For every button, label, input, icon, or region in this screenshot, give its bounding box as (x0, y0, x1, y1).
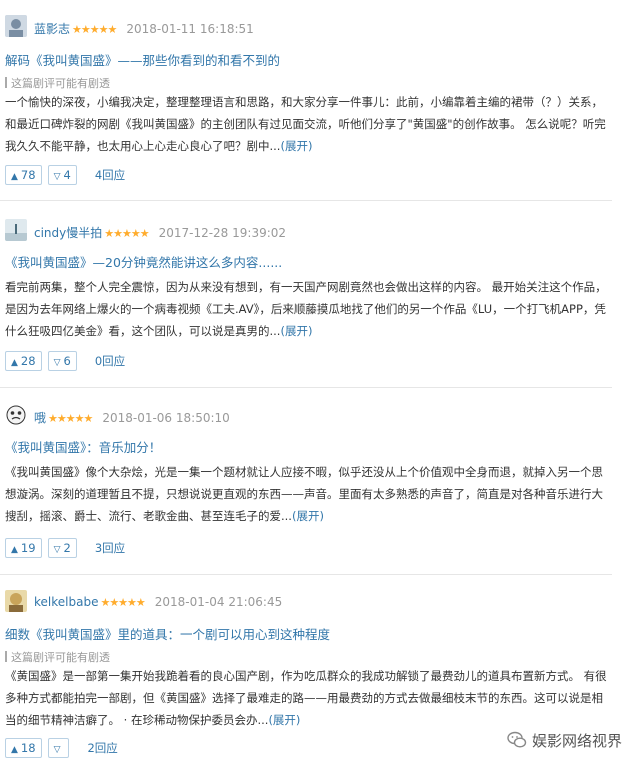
upvote-button[interactable]: ▲ 19 (5, 538, 42, 558)
review-body: 一个愉快的深夜，小编我决定，整理整理语言和思路，和大家分享一件事儿：此前，小编靠… (5, 91, 607, 157)
thumb-up-icon: ▲ (11, 545, 18, 555)
upvote-count: 78 (20, 168, 36, 182)
review-title-link[interactable]: 细数《我叫黄国盛》里的道具：一个剧可以用心到这种程度 (5, 624, 330, 643)
downvote-button[interactable]: ▽ 4 (47, 165, 77, 185)
timestamp: 2017-12-28 19:39:02 (158, 226, 287, 240)
avatar[interactable] (5, 219, 27, 241)
upvote-count: 19 (20, 541, 36, 555)
downvote-count: 4 (63, 168, 71, 182)
spoiler-text: 这篇剧评可能有剧透 (11, 651, 110, 664)
review-title-link[interactable]: 解码《我叫黄国盛》——那些你看到的和看不到的 (5, 50, 280, 69)
review-meta: 哦 ★★★★★ 2018-01-06 18:50:10 (34, 409, 230, 426)
review-body: 《黄国盛》是一部第一集开始我跪着看的良心国产剧，作为吃瓜群众的我成功解锁了最费劲… (5, 665, 607, 731)
rating-stars: ★★★★★ (104, 227, 149, 240)
timestamp: 2018-01-11 16:18:51 (126, 22, 254, 36)
review-title-link[interactable]: 《我叫黄国盛》—20分钟竟然能讲这么多内容...... (5, 252, 282, 271)
rating-stars: ★★★★★ (48, 412, 93, 425)
spoiler-warning: 这篇剧评可能有剧透 (5, 75, 110, 91)
spoiler-warning: 这篇剧评可能有剧透 (5, 649, 110, 665)
username-link[interactable]: 蓝影志 (34, 22, 70, 36)
upvote-button[interactable]: ▲ 28 (5, 351, 42, 371)
review-body: 《我叫黄国盛》像个大杂烩，光是一集一个题材就让人应接不暇，似乎还没从上个价值观中… (5, 461, 607, 527)
upvote-button[interactable]: ▲ 18 (5, 738, 42, 758)
review-meta: kelkelbabe ★★★★★ 2018-01-04 21:06:45 (34, 595, 282, 609)
thumb-down-icon: ▽ (53, 358, 61, 368)
review-meta: 蓝影志 ★★★★★ 2018-01-11 16:18:51 (34, 20, 254, 37)
thumb-down-icon: ▽ (53, 172, 61, 182)
avatar[interactable] (5, 404, 27, 426)
thumb-down-icon: ▽ (53, 745, 61, 755)
review-card: 蓝影志 ★★★★★ 2018-01-11 16:18:51 解码《我叫黄国盛》——那… (0, 0, 612, 194)
downvote-button[interactable]: ▽ 6 (47, 351, 77, 371)
review-card: cindy慢半拍 ★★★★★ 2017-12-28 19:39:02 《我叫黄国盛》… (0, 200, 612, 388)
thumb-down-icon: ▽ (53, 545, 61, 555)
wechat-icon (507, 730, 527, 750)
thumb-up-icon: ▲ (11, 745, 18, 755)
expand-link[interactable]: (展开) (292, 509, 324, 523)
upvote-count: 18 (20, 741, 36, 755)
username-link[interactable]: 哦 (34, 411, 46, 425)
review-excerpt: 《黄国盛》是一部第一集开始我跪着看的良心国产剧，作为吃瓜群众的我成功解锁了最费劲… (5, 669, 607, 727)
reply-link[interactable]: 2回应 (87, 741, 117, 755)
timestamp: 2018-01-06 18:50:10 (102, 411, 230, 425)
expand-link[interactable]: (展开) (280, 139, 312, 153)
avatar[interactable] (5, 590, 27, 612)
thumb-up-icon: ▲ (11, 358, 18, 368)
review-card: 哦 ★★★★★ 2018-01-06 18:50:10 《我叫黄国盛》：音乐加分！ … (0, 387, 612, 574)
reply-link[interactable]: 4回应 (95, 168, 125, 182)
avatar[interactable] (5, 15, 27, 37)
review-actions: ▲ 78 ▽ 4 4回应 (5, 165, 125, 185)
spoiler-text: 这篇剧评可能有剧透 (11, 77, 110, 90)
watermark: 娱影网络视界 (507, 730, 622, 751)
review-actions: ▲ 18 ▽ 2回应 (5, 738, 118, 758)
upvote-count: 28 (20, 354, 36, 368)
downvote-button[interactable]: ▽ 2 (47, 538, 77, 558)
upvote-button[interactable]: ▲ 78 (5, 165, 42, 185)
username-link[interactable]: kelkelbabe (34, 595, 98, 609)
review-meta: cindy慢半拍 ★★★★★ 2017-12-28 19:39:02 (34, 224, 286, 241)
rating-stars: ★★★★★ (100, 596, 145, 609)
expand-link[interactable]: (展开) (268, 713, 300, 727)
reply-link[interactable]: 0回应 (95, 354, 125, 368)
timestamp: 2018-01-04 21:06:45 (154, 595, 283, 609)
review-body: 看完前两集，整个人完全震惊，因为从来没有想到，有一天国产网剧竟然也会做出这样的内… (5, 276, 607, 342)
review-actions: ▲ 28 ▽ 6 0回应 (5, 351, 125, 371)
review-actions: ▲ 19 ▽ 2 3回应 (5, 538, 125, 558)
thumb-up-icon: ▲ (11, 172, 18, 182)
downvote-count: 6 (63, 354, 71, 368)
review-title-link[interactable]: 《我叫黄国盛》：音乐加分！ (5, 437, 161, 456)
rating-stars: ★★★★★ (72, 23, 117, 36)
expand-link[interactable]: (展开) (280, 324, 312, 338)
watermark-text: 娱影网络视界 (531, 732, 622, 750)
username-link[interactable]: cindy慢半拍 (34, 226, 102, 240)
downvote-button[interactable]: ▽ (47, 738, 70, 758)
downvote-count: 2 (63, 541, 71, 555)
reply-link[interactable]: 3回应 (95, 541, 125, 555)
